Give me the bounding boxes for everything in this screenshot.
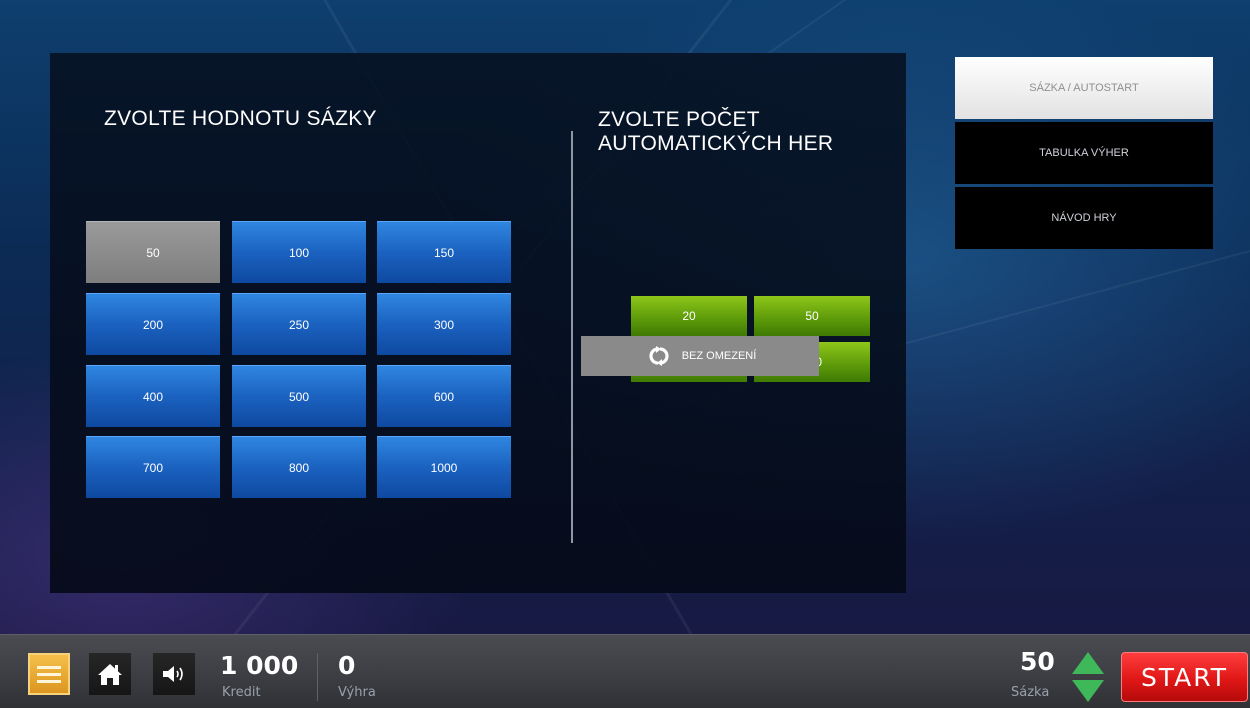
tab-label: SÁZKA / AUTOSTART	[1029, 82, 1139, 94]
game-screen: ZVOLTE HODNOTU SÁZKY 50 100 150 200 250 300 40…	[0, 0, 1250, 708]
menu-icon	[37, 666, 61, 683]
bet-option-button[interactable]: 200	[86, 293, 220, 355]
stake-increase-arrow-up-icon[interactable]	[1070, 650, 1106, 676]
home-icon	[98, 664, 122, 685]
tab-bet-autostart[interactable]: SÁZKA / AUTOSTART	[955, 57, 1213, 119]
bet-option-button[interactable]: 400	[86, 365, 220, 427]
bet-option-button[interactable]: 300	[377, 293, 511, 355]
autoplay-loop-icon	[649, 346, 669, 366]
tab-label: TABULKA VÝHER	[1039, 147, 1129, 159]
home-button[interactable]	[89, 653, 131, 695]
bet-option-button[interactable]: 100	[232, 221, 366, 283]
panel-divider	[571, 131, 573, 543]
autoplay-section-title: ZVOLTE POČET AUTOMATICKÝCH HER	[598, 108, 834, 155]
bet-option-button[interactable]: 600	[377, 365, 511, 427]
start-button[interactable]: START	[1121, 652, 1248, 702]
bet-option-button[interactable]: 250	[232, 293, 366, 355]
bet-section-title: ZVOLTE HODNOTU SÁZKY	[104, 107, 377, 130]
tab-game-rules[interactable]: NÁVOD HRY	[955, 187, 1213, 249]
bet-option-button[interactable]: 150	[377, 221, 511, 283]
credit-value: 1 000	[220, 651, 299, 680]
bet-option-button[interactable]: 50	[86, 221, 220, 283]
credit-label: Kredit	[222, 685, 261, 700]
unlimited-autoplay-label: BEZ OMEZENÍ	[681, 350, 757, 362]
sound-button[interactable]	[153, 653, 195, 695]
win-label: Výhra	[338, 685, 376, 700]
bottom-bar: 1 000 Kredit 0 Výhra 50 Sázka START	[0, 634, 1250, 708]
tab-label: NÁVOD HRY	[1051, 212, 1117, 224]
autoplay-count-button[interactable]: 50	[754, 296, 870, 336]
win-value: 0	[338, 651, 356, 680]
menu-button[interactable]	[28, 653, 70, 695]
autoplay-count-button[interactable]: 20	[631, 296, 747, 336]
unlimited-autoplay-button[interactable]: BEZ OMEZENÍ	[581, 336, 819, 376]
bet-option-button[interactable]: 800	[232, 436, 366, 498]
bet-option-button[interactable]: 700	[86, 436, 220, 498]
bet-option-button[interactable]: 1000	[377, 436, 511, 498]
stake-label: Sázka	[1011, 685, 1050, 700]
speaker-icon	[163, 666, 183, 682]
tab-paytable[interactable]: TABULKA VÝHER	[955, 122, 1213, 184]
stake-value: 50	[1020, 647, 1055, 676]
bet-option-button[interactable]: 500	[232, 365, 366, 427]
stake-decrease-arrow-down-icon[interactable]	[1070, 678, 1106, 704]
bottom-bar-separator	[317, 653, 318, 701]
